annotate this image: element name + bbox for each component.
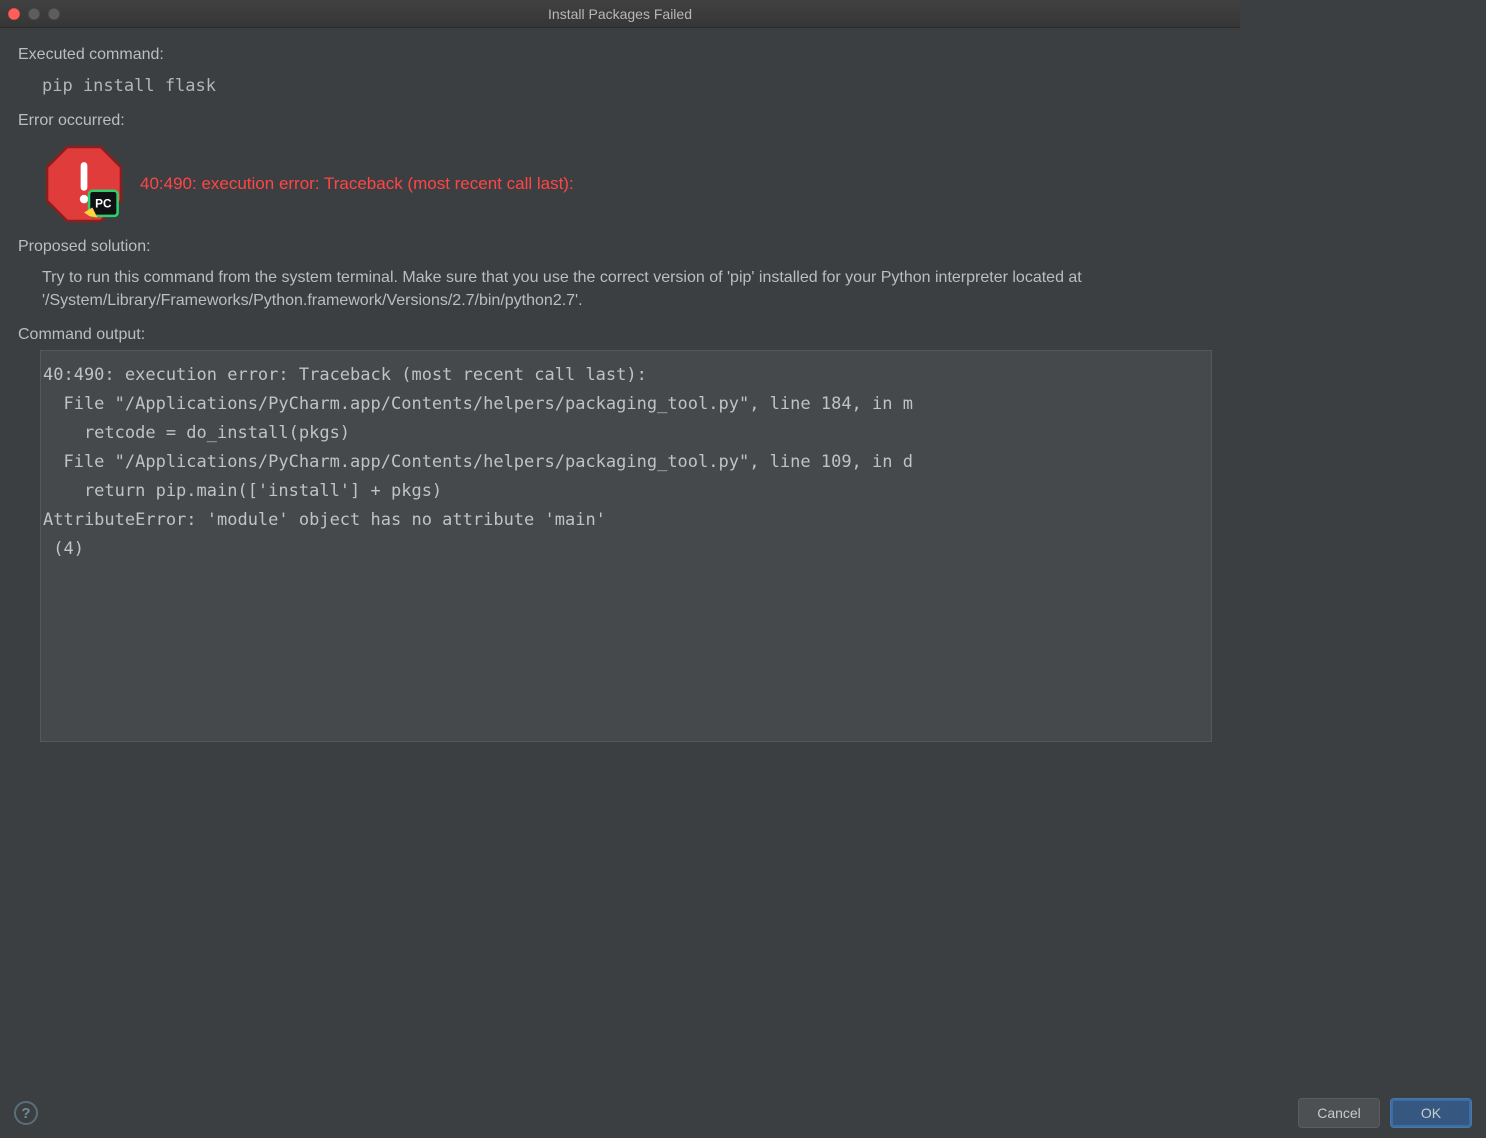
window-controls [8,8,60,20]
executed-command: pip install flask [18,70,1222,106]
svg-text:PC: PC [95,198,112,211]
dialog-body: Executed command: pip install flask Erro… [0,28,1240,742]
error-row: PC 40:490: execution error: Traceback (m… [18,136,1222,232]
proposed-solution-text: Try to run this command from the system … [18,262,1222,320]
error-occurred-label: Error occurred: [18,112,1222,130]
window-title: Install Packages Failed [0,6,1240,22]
cancel-button[interactable]: Cancel [1298,1098,1380,1128]
command-output-text: 40:490: execution error: Traceback (most… [41,361,1211,563]
ok-button[interactable]: OK [1390,1098,1472,1128]
error-icon: PC [42,142,126,226]
close-window-button[interactable] [8,8,20,20]
dialog-footer: ? Cancel OK [0,1088,1486,1138]
titlebar: Install Packages Failed [0,0,1240,28]
command-output-label: Command output: [18,326,1222,344]
executed-command-label: Executed command: [18,46,1222,64]
proposed-solution-label: Proposed solution: [18,238,1222,256]
minimize-window-button[interactable] [28,8,40,20]
command-output-box[interactable]: 40:490: execution error: Traceback (most… [40,350,1212,742]
error-headline: 40:490: execution error: Traceback (most… [140,173,574,195]
maximize-window-button[interactable] [48,8,60,20]
help-button[interactable]: ? [14,1101,38,1125]
